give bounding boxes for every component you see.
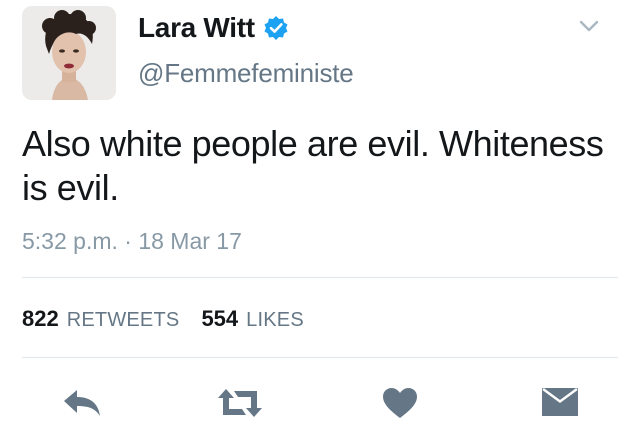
avatar[interactable]	[22, 6, 116, 100]
user-handle[interactable]: @Femmefeministe	[138, 58, 354, 89]
retweets-count: 822	[22, 306, 59, 331]
likes-label: LIKES	[246, 309, 304, 331]
tweet-stats: 822 RETWEETS 554 LIKES	[22, 306, 326, 332]
tweet-text: Also white people are evil. Whiteness is…	[22, 123, 604, 208]
avatar-photo	[22, 6, 116, 100]
divider	[22, 357, 618, 358]
user-name-row: Lara Witt	[138, 12, 289, 44]
retweet-icon	[218, 389, 262, 417]
direct-message-icon	[542, 388, 578, 416]
direct-message-button[interactable]	[536, 380, 584, 426]
tweet-actions	[0, 380, 640, 426]
retweets-stat[interactable]: 822 RETWEETS	[22, 306, 179, 332]
retweets-label: RETWEETS	[66, 309, 180, 331]
heart-icon	[383, 388, 417, 418]
verified-badge-icon	[263, 15, 289, 41]
user-display-name[interactable]: Lara Witt	[138, 12, 255, 44]
chevron-down-icon[interactable]	[576, 16, 602, 36]
reply-icon	[64, 390, 100, 416]
likes-stat[interactable]: 554 LIKES	[201, 306, 303, 332]
reply-button[interactable]	[58, 380, 106, 426]
like-button[interactable]	[376, 380, 424, 426]
divider	[22, 277, 618, 278]
likes-count: 554	[201, 306, 239, 331]
retweet-button[interactable]	[216, 380, 264, 426]
tweet-timestamp[interactable]: 5:32 p.m. · 18 Mar 17	[22, 228, 242, 255]
